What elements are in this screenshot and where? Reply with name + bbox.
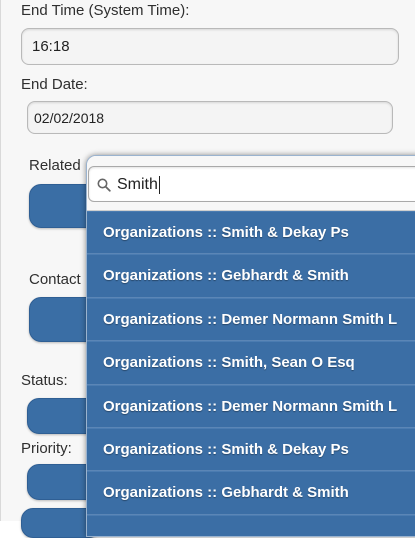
search-icon xyxy=(97,178,111,192)
search-query: Smith xyxy=(117,176,160,194)
list-item[interactable]: Organizations :: Demer Normann Smith L xyxy=(87,297,415,342)
status-label: Status: xyxy=(21,372,68,389)
priority-label: Priority: xyxy=(21,440,72,457)
contact-label: Contact xyxy=(29,271,81,288)
list-item[interactable]: Organizations :: Gebhardt & Smith xyxy=(87,471,415,515)
end-time-field[interactable]: 16:18 xyxy=(21,28,399,65)
dropdown-search-row: Smith xyxy=(87,156,415,211)
list-item-partial[interactable] xyxy=(87,514,415,536)
dropdown-options-list: Organizations :: Smith & Dekay Ps Organi… xyxy=(87,211,415,536)
list-item[interactable]: Organizations :: Smith & Dekay Ps xyxy=(87,211,415,255)
list-item[interactable]: Organizations :: Gebhardt & Smith xyxy=(87,254,415,298)
end-date-field[interactable]: 02/02/2018 xyxy=(27,101,393,134)
end-date-label: End Date: xyxy=(21,76,88,93)
end-time-label: End Time (System Time): xyxy=(21,2,190,19)
list-item[interactable]: Organizations :: Smith, Sean O Esq xyxy=(87,341,415,385)
organization-dropdown: Smith Organizations :: Smith & Dekay Ps … xyxy=(86,155,415,537)
dropdown-search-input[interactable]: Smith xyxy=(88,166,415,202)
related-label: Related xyxy=(29,157,81,174)
list-item[interactable]: Organizations :: Demer Normann Smith L xyxy=(87,384,415,428)
list-item[interactable]: Organizations :: Smith & Dekay Ps xyxy=(87,427,415,472)
